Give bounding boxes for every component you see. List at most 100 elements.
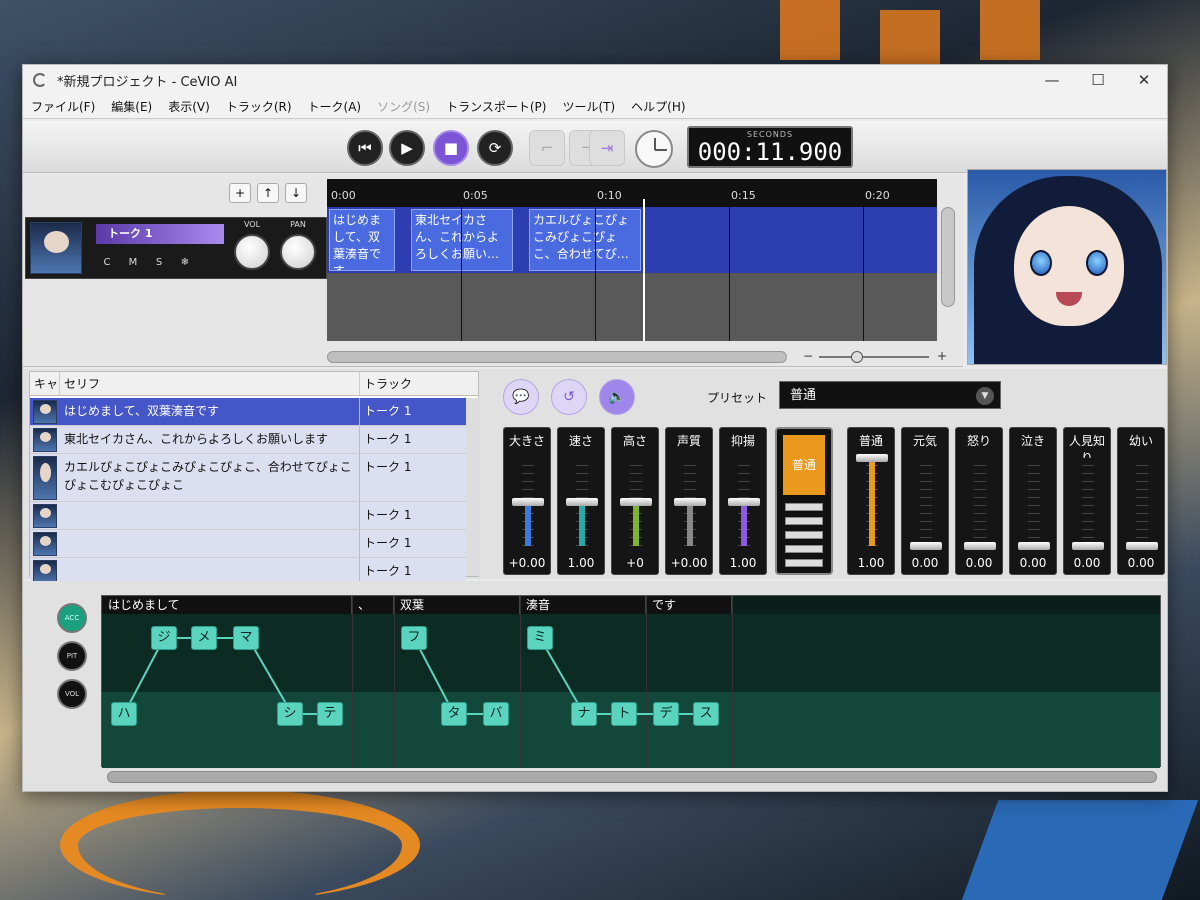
talk-mode-button[interactable]: 💬 xyxy=(503,379,539,415)
metronome-clock-icon[interactable] xyxy=(635,130,673,168)
emotion-step[interactable] xyxy=(785,517,823,525)
slider-thumb[interactable] xyxy=(512,498,544,506)
vertical-scrollbar[interactable] xyxy=(941,207,955,307)
menu-item[interactable]: ツール(T) xyxy=(554,98,623,115)
mora-button[interactable]: ト xyxy=(611,702,637,726)
zoom-slider[interactable]: − + xyxy=(803,349,953,363)
move-track-up-button[interactable]: ↑ xyxy=(257,183,279,203)
param-slider[interactable]: 声質 +0.00 xyxy=(665,427,713,575)
emotion-slider[interactable]: 普通 1.00 xyxy=(847,427,895,575)
mora-button[interactable]: ス xyxy=(693,702,719,726)
slider-thumb[interactable] xyxy=(1018,542,1050,550)
emotion-step[interactable] xyxy=(785,503,823,511)
mora-button[interactable]: フ xyxy=(401,626,427,650)
auto-scroll-button[interactable]: ⇥ xyxy=(589,130,625,166)
track-cell[interactable]: トーク 1 xyxy=(360,426,466,453)
column-header[interactable]: セリフ xyxy=(60,372,360,395)
mora-button[interactable]: ミ xyxy=(527,626,553,650)
slider-thumb[interactable] xyxy=(728,498,760,506)
emotion-slider[interactable]: 怒り 0.00 xyxy=(955,427,1003,575)
pitch-scrollbar[interactable] xyxy=(107,771,1157,783)
serif-cell[interactable] xyxy=(60,502,360,529)
pit-mode-button[interactable]: PIT xyxy=(57,641,87,671)
stop-button[interactable]: ■ xyxy=(433,130,469,166)
column-header[interactable]: キャ xyxy=(30,372,60,395)
slider-thumb[interactable] xyxy=(964,542,996,550)
talk-clip[interactable]: カエルぴょこぴょこみぴょこぴょこ、合わせてぴ… xyxy=(529,209,641,271)
menu-item[interactable]: トランスポート(P) xyxy=(438,98,554,115)
track-lane[interactable]: はじめまして、双葉湊音です 東北セイカさん、これからよろしくお願い… カエルぴょ… xyxy=(327,207,937,273)
mora-button[interactable]: マ xyxy=(233,626,259,650)
talk-clip[interactable]: 東北セイカさん、これからよろしくお願い… xyxy=(411,209,513,271)
mora-button[interactable]: メ xyxy=(191,626,217,650)
pan-knob[interactable] xyxy=(280,234,316,270)
param-slider[interactable]: 抑揚 1.00 xyxy=(719,427,767,575)
mora-button[interactable]: テ xyxy=(317,702,343,726)
track-cell[interactable]: トーク 1 xyxy=(360,454,466,501)
zoom-thumb[interactable] xyxy=(851,351,863,363)
column-header[interactable]: トラック xyxy=(360,372,466,395)
track-header[interactable]: トーク 1 C M S ❄ VOL PAN xyxy=(25,217,327,279)
serif-cell[interactable]: はじめまして、双葉湊音です xyxy=(60,398,360,425)
loop-start-button[interactable]: ⌐ xyxy=(529,130,565,166)
menu-item[interactable]: ファイル(F) xyxy=(23,98,103,115)
speaker-button[interactable]: 🔈 xyxy=(599,379,635,415)
slider-thumb[interactable] xyxy=(566,498,598,506)
mora-button[interactable]: ハ xyxy=(111,702,137,726)
reset-button[interactable]: ↺ xyxy=(551,379,587,415)
zoom-out[interactable]: − xyxy=(803,349,813,363)
track-cell[interactable]: トーク 1 xyxy=(360,502,466,529)
mora-button[interactable]: バ xyxy=(483,702,509,726)
playhead[interactable] xyxy=(643,199,645,341)
emotion-step[interactable] xyxy=(785,559,823,567)
track-cell[interactable]: トーク 1 xyxy=(360,398,466,425)
slider-thumb[interactable] xyxy=(856,454,888,462)
add-track-button[interactable]: + xyxy=(229,183,251,203)
volume-knob[interactable] xyxy=(234,234,270,270)
track-cell[interactable]: トーク 1 xyxy=(360,530,466,557)
play-button[interactable]: ▶ xyxy=(389,130,425,166)
mora-button[interactable]: タ xyxy=(441,702,467,726)
slider-thumb[interactable] xyxy=(1072,542,1104,550)
minimize-button[interactable]: — xyxy=(1029,71,1075,89)
move-track-down-button[interactable]: ↓ xyxy=(285,183,307,203)
emotion-step[interactable] xyxy=(785,531,823,539)
slider-thumb[interactable] xyxy=(620,498,652,506)
freeze-button[interactable]: ❄ xyxy=(174,252,196,272)
table-row[interactable]: はじめまして、双葉湊音です トーク 1 xyxy=(30,398,466,426)
table-row[interactable]: 東北セイカさん、これからよろしくお願いします トーク 1 xyxy=(30,426,466,454)
mora-button[interactable]: デ xyxy=(653,702,679,726)
emotion-slider[interactable]: 泣き 0.00 xyxy=(1009,427,1057,575)
menu-item[interactable]: 表示(V) xyxy=(160,98,218,115)
close-button[interactable]: ✕ xyxy=(1121,71,1167,89)
menu-item[interactable]: トーク(A) xyxy=(300,98,370,115)
table-scrollbar[interactable] xyxy=(466,398,480,576)
slider-thumb[interactable] xyxy=(674,498,706,506)
zoom-in[interactable]: + xyxy=(937,349,947,363)
track-c-button[interactable]: C xyxy=(96,252,118,272)
empty-lane[interactable] xyxy=(327,273,937,341)
time-ruler[interactable]: 0:00 0:05 0:10 0:15 0:20 xyxy=(327,179,937,207)
loop-button[interactable]: ⟳ xyxy=(477,130,513,166)
preset-dropdown[interactable]: 普通 ▼ xyxy=(779,381,1001,409)
menu-item[interactable]: 編集(E) xyxy=(103,98,160,115)
param-slider[interactable]: 高さ +0 xyxy=(611,427,659,575)
mora-button[interactable]: ナ xyxy=(571,702,597,726)
slider-thumb[interactable] xyxy=(910,542,942,550)
acc-mode-button[interactable]: ACC xyxy=(57,603,87,633)
param-slider[interactable]: 大きさ +0.00 xyxy=(503,427,551,575)
table-row[interactable]: トーク 1 xyxy=(30,530,466,558)
emotion-slider[interactable]: 人見知り0.00 xyxy=(1063,427,1111,575)
slider-thumb[interactable] xyxy=(1126,542,1158,550)
vol-mode-button[interactable]: VOL xyxy=(57,679,87,709)
menu-item[interactable]: ヘルプ(H) xyxy=(623,98,693,115)
table-row[interactable]: トーク 1 xyxy=(30,502,466,530)
emotion-slider[interactable]: 元気 0.00 xyxy=(901,427,949,575)
mute-button[interactable]: M xyxy=(122,252,144,272)
track-name[interactable]: トーク 1 xyxy=(96,224,224,244)
param-slider[interactable]: 速さ 1.00 xyxy=(557,427,605,575)
emotion-slider[interactable]: 幼い 0.00 xyxy=(1117,427,1165,575)
menu-item[interactable]: トラック(R) xyxy=(218,98,300,115)
timeline-scrollbar[interactable] xyxy=(327,351,787,363)
serif-cell[interactable]: 東北セイカさん、これからよろしくお願いします xyxy=(60,426,360,453)
